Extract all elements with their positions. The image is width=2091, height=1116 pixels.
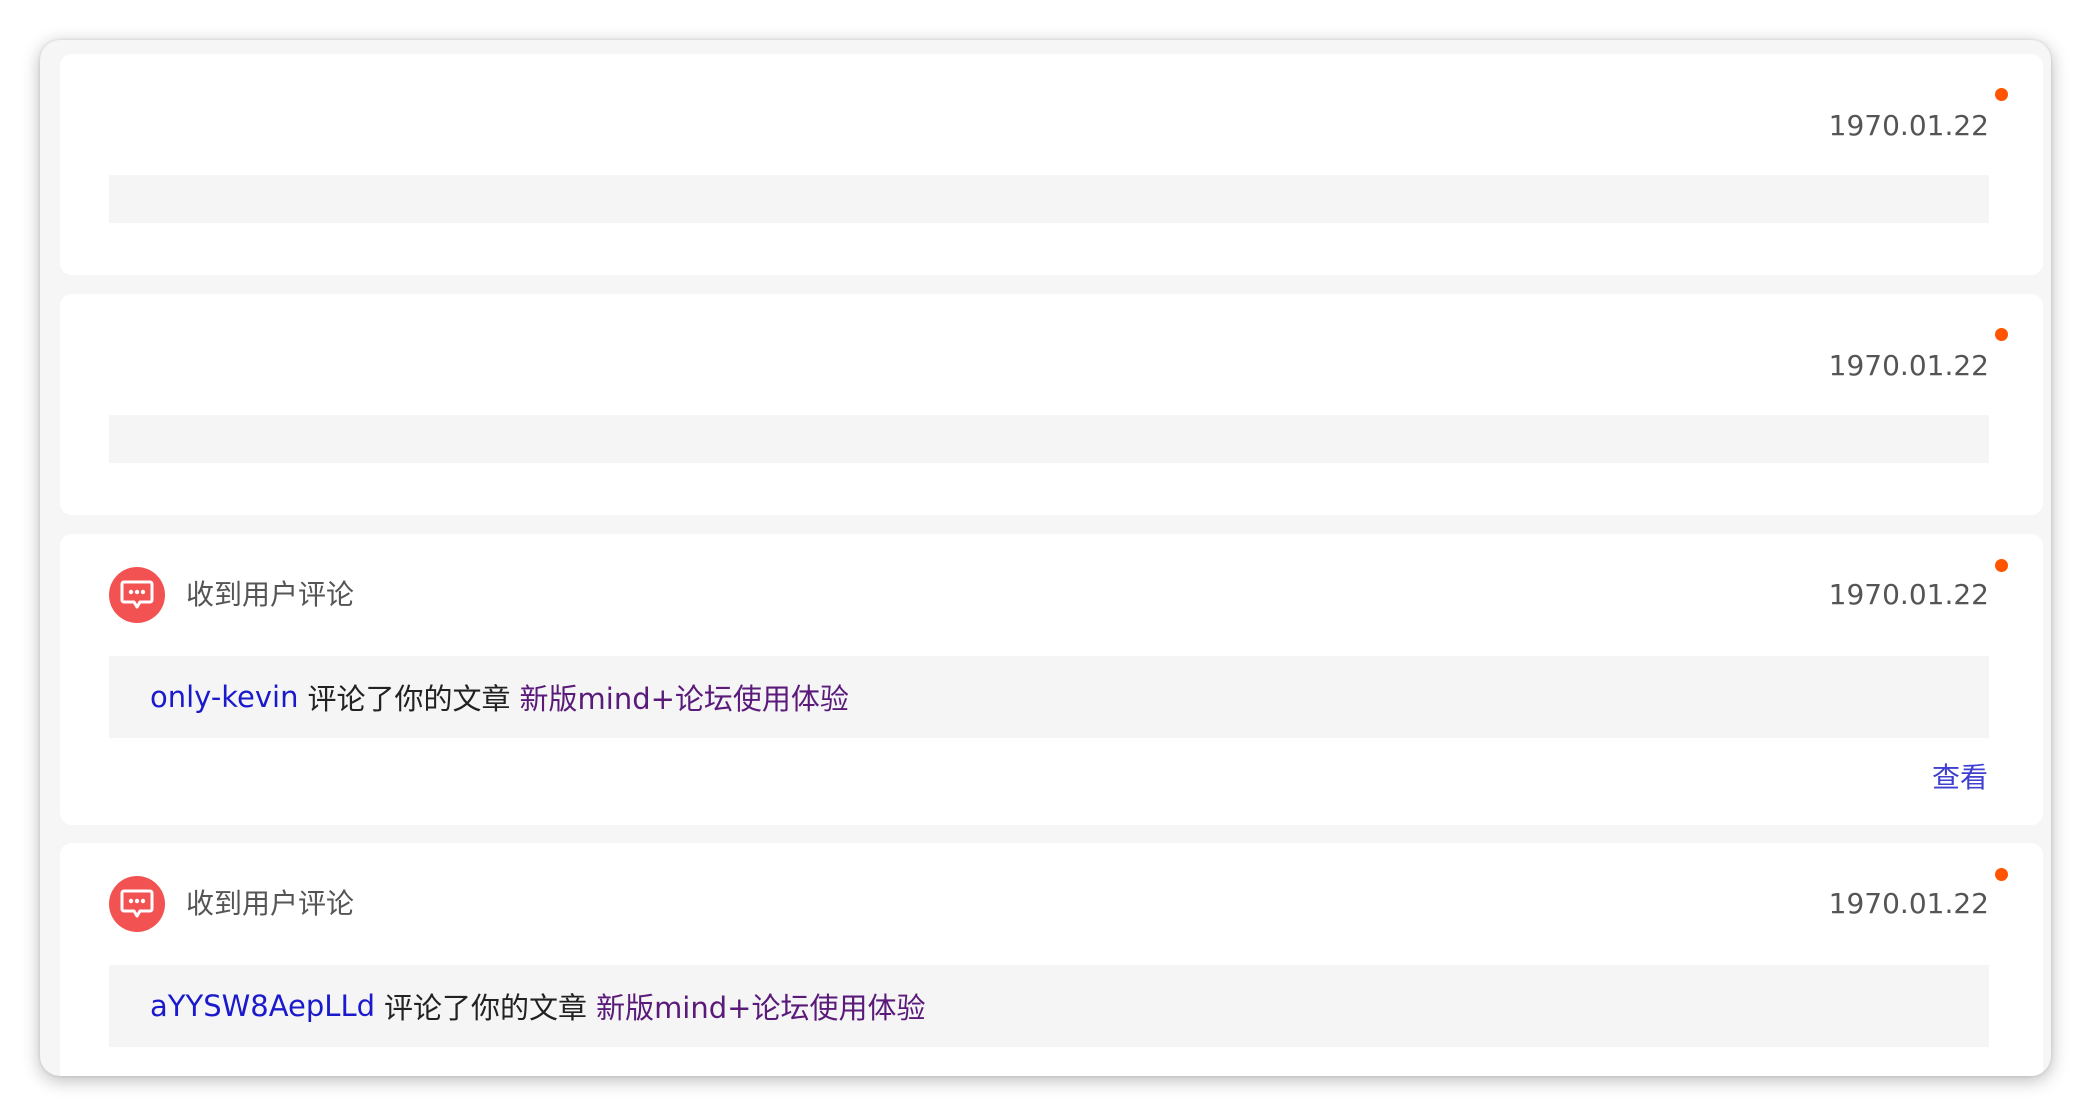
notification-card: 1970.01.22 xyxy=(60,294,2043,515)
unread-dot xyxy=(1995,868,2008,881)
notification-window: 1970.01.22 1970.01.22 收到用户评论 1970.01.22 xyxy=(40,40,2051,1076)
notification-date: 1970.01.22 xyxy=(1828,109,1989,142)
article-link[interactable]: 新版mind+论坛使用体验 xyxy=(596,985,925,1027)
comment-icon xyxy=(109,876,165,932)
notification-date: 1970.01.22 xyxy=(1828,887,1989,920)
notification-card: 1970.01.22 xyxy=(60,54,2043,275)
comment-bubble-glyph xyxy=(120,580,154,609)
action-text: 评论了你的文章 xyxy=(384,991,588,1025)
article-link[interactable]: 新版mind+论坛使用体验 xyxy=(520,676,849,718)
unread-dot xyxy=(1995,88,2008,101)
notification-body: only-kevin 评论了你的文章 新版mind+论坛使用体验 xyxy=(109,656,1989,738)
comment-icon xyxy=(109,567,165,623)
notification-type-label: 收到用户评论 xyxy=(186,887,355,920)
notification-header: 收到用户评论 1970.01.22 xyxy=(109,534,1989,654)
notification-card: 收到用户评论 1970.01.22 only-kevin 评论了你的文章 新版m… xyxy=(60,534,2043,825)
notification-header: 1970.01.22 xyxy=(109,294,1989,414)
view-button[interactable]: 查看 xyxy=(1932,760,1988,796)
unread-dot xyxy=(1995,328,2008,341)
action-text: 评论了你的文章 xyxy=(307,682,511,716)
notification-date: 1970.01.22 xyxy=(1828,349,1989,382)
notification-card: 收到用户评论 1970.01.22 aYYSW8AepLLd 评论了你的文章 新… xyxy=(60,843,2043,1076)
notification-type-label: 收到用户评论 xyxy=(186,578,355,611)
notification-body xyxy=(109,175,1989,223)
comment-bubble-glyph xyxy=(120,889,154,918)
unread-dot xyxy=(1995,559,2008,572)
notification-header: 收到用户评论 1970.01.22 xyxy=(109,843,1989,963)
notification-body xyxy=(109,415,1989,463)
notification-body: aYYSW8AepLLd 评论了你的文章 新版mind+论坛使用体验 xyxy=(109,965,1989,1047)
user-link[interactable]: only-kevin xyxy=(150,680,299,714)
user-link[interactable]: aYYSW8AepLLd xyxy=(150,989,375,1023)
notification-date: 1970.01.22 xyxy=(1828,578,1989,611)
notification-header: 1970.01.22 xyxy=(109,54,1989,174)
